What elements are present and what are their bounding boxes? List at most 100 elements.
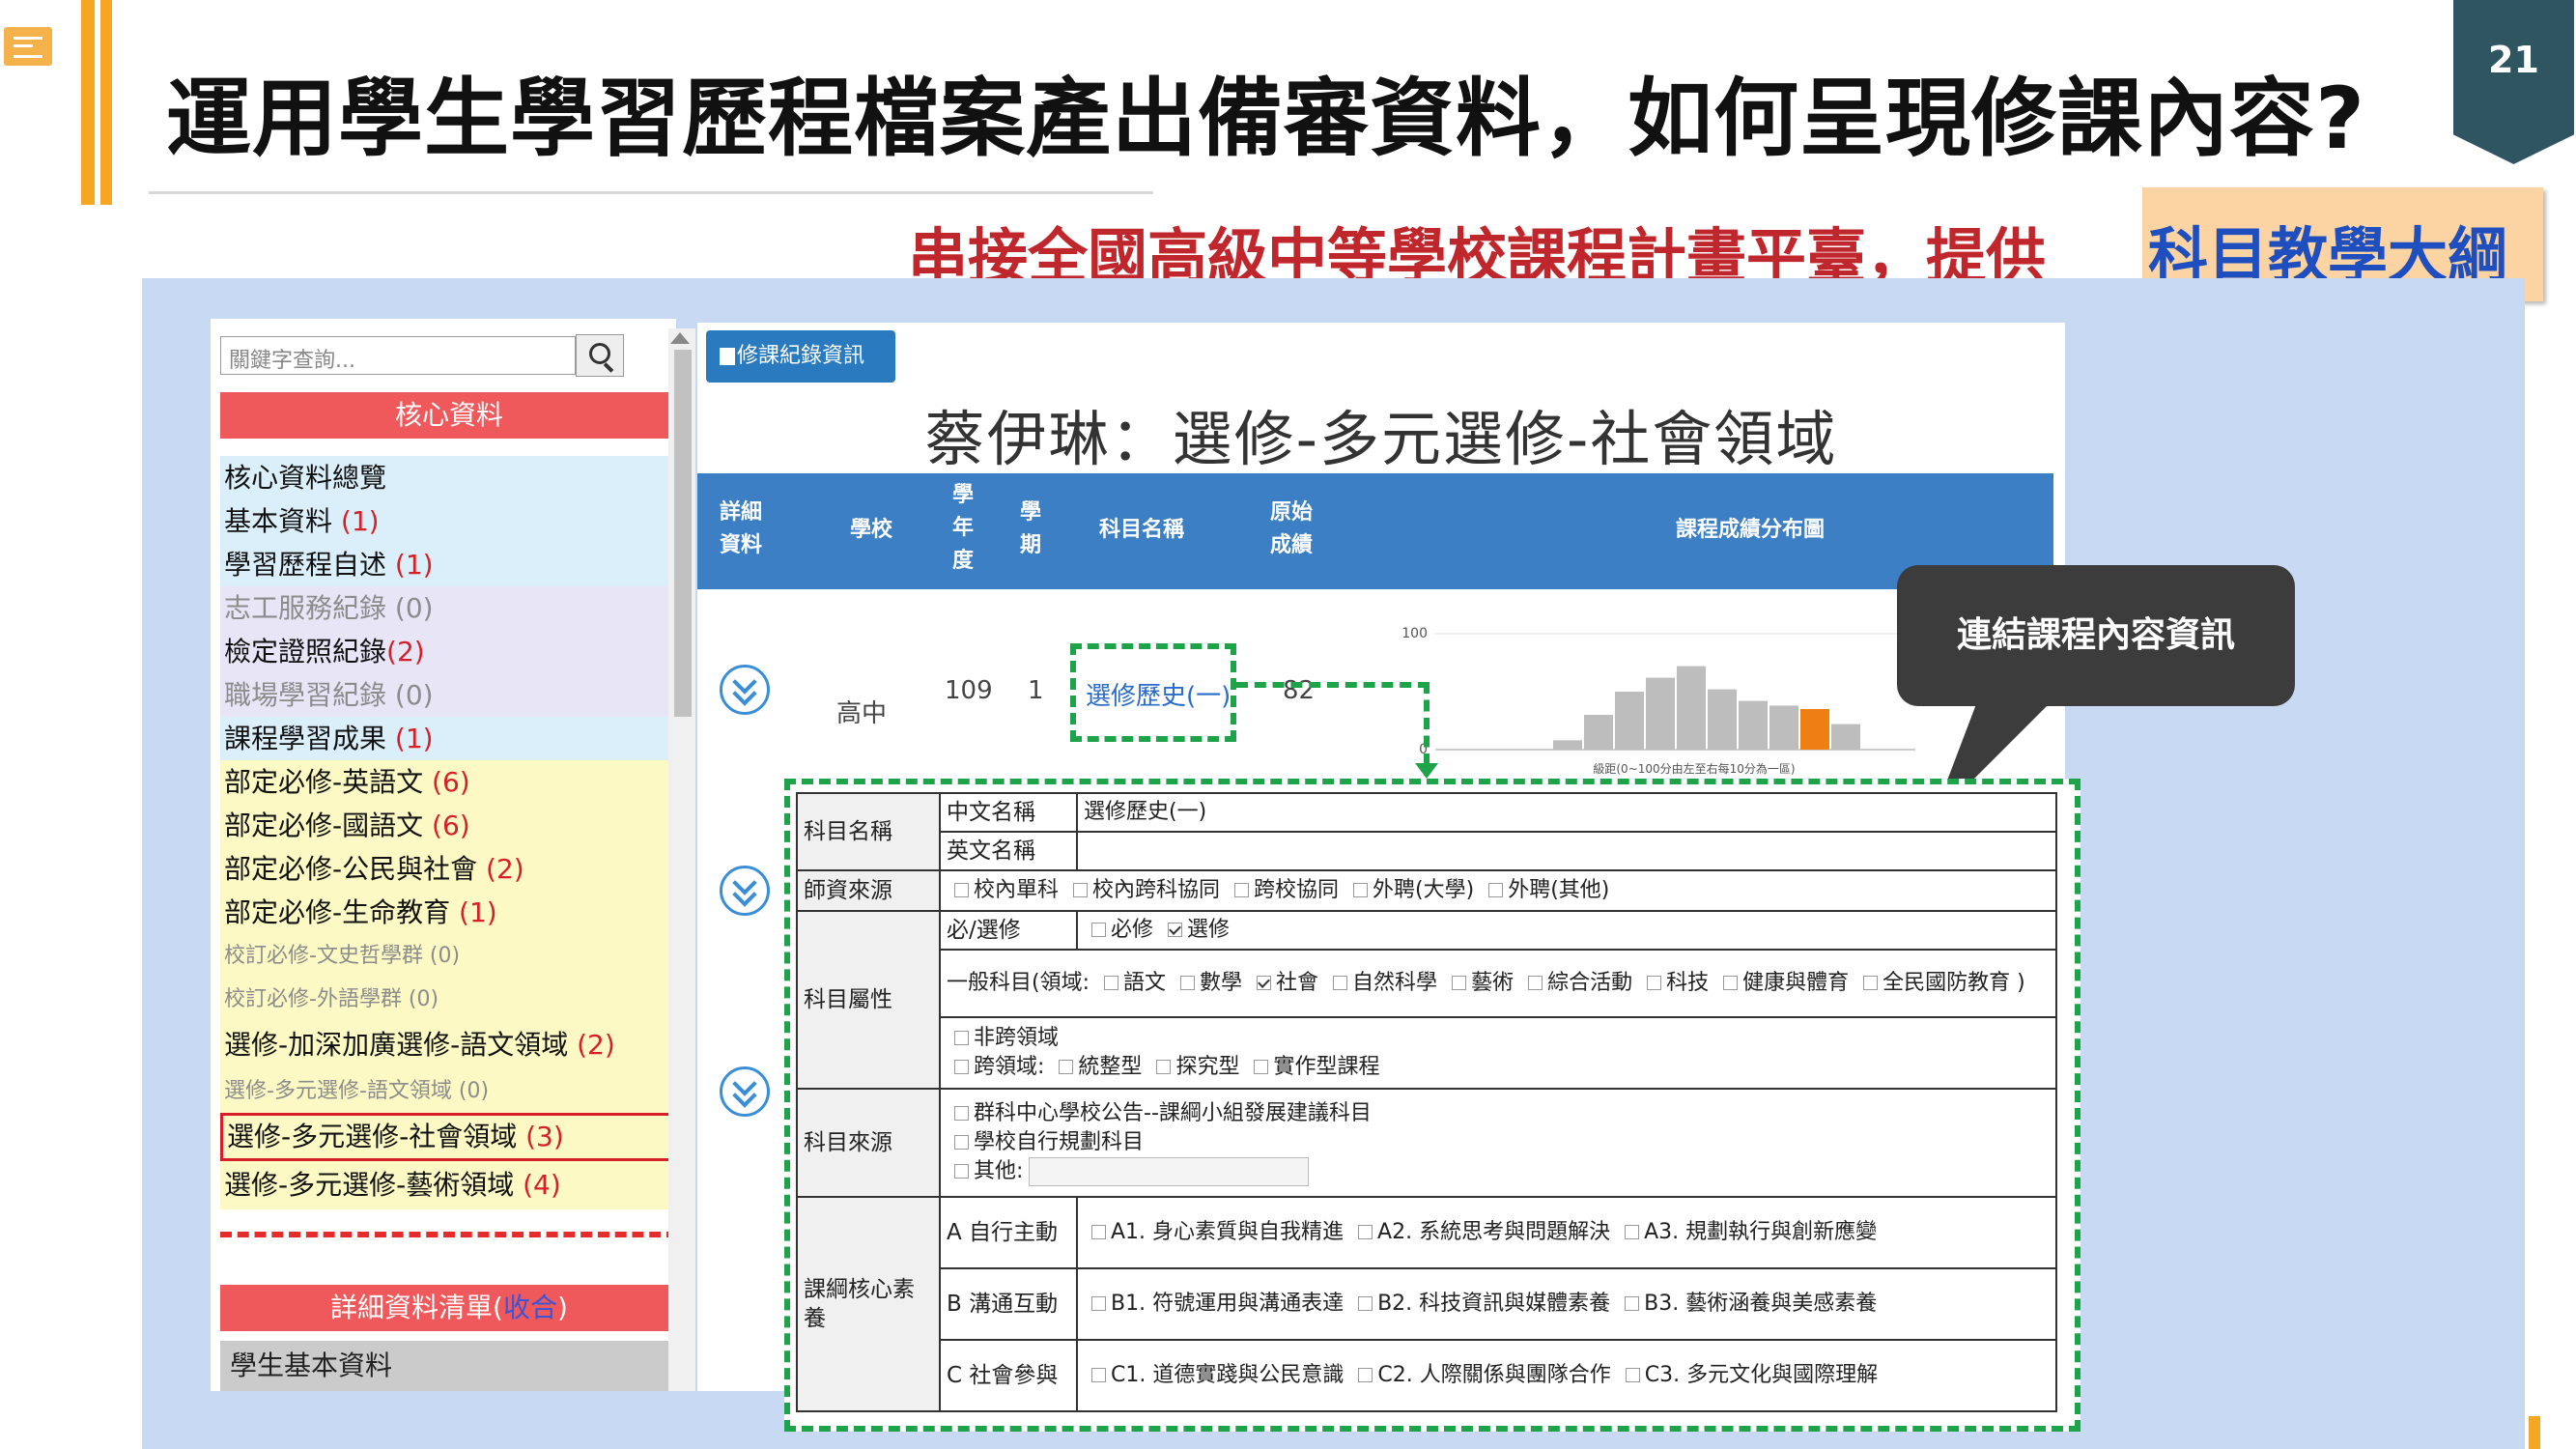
sidebar-item-volunteer[interactable]: 志工服務紀錄 (0) [220, 586, 676, 630]
checkbox[interactable] [1625, 1296, 1640, 1311]
core-options-b: B1. 符號運用與溝通表達 B2. 科技資訊與媒體素養 B3. 藝術涵養與美感素… [1076, 1267, 2057, 1341]
sidebar-item-chinese[interactable]: 部定必修-國語文 (6) [220, 804, 676, 847]
cell-year: 109 [945, 676, 993, 705]
checkbox[interactable] [1091, 1296, 1106, 1311]
chart-bar-0-10 [1553, 740, 1582, 750]
origin-options: 群科中心學校公告--課綱小組發展建議科目 學校自行規劃科目 其他: [939, 1088, 2057, 1198]
sidebar-item-foreign-lang[interactable]: 校訂必修-外語學群 (0) [220, 978, 676, 1021]
sidebar-item-advanced-lang[interactable]: 選修-加深加廣選修-語文領域 (2) [220, 1021, 676, 1069]
collapse-link[interactable]: 收合 [503, 1292, 557, 1323]
cell-term: 1 [1028, 676, 1044, 705]
checkbox[interactable] [954, 1135, 969, 1150]
value-en-name [1076, 831, 2057, 871]
course-record-button[interactable]: 修課紀錄資訊 [706, 330, 895, 383]
sidebar-item-course-results[interactable]: 課程學習成果 (1) [220, 717, 676, 760]
col-year: 學年度 [951, 483, 974, 573]
label-teacher-source: 師資來源 [796, 869, 941, 912]
label-required: 必/選修 [939, 910, 1078, 951]
title-divider [149, 191, 1153, 194]
sidebar-item-multi-arts[interactable]: 選修-多元選修-藝術領域 (4) [220, 1161, 676, 1209]
checkbox[interactable] [954, 1164, 969, 1179]
sidebar-item-certificates[interactable]: 檢定證照紀錄(2) [220, 630, 676, 673]
col-term: 學期 [1019, 500, 1041, 557]
sidebar-item-english[interactable]: 部定必修-英語文 (6) [220, 760, 676, 804]
label-subject-name: 科目名稱 [796, 792, 941, 871]
link-highlight-box [1070, 643, 1236, 742]
expand-icon[interactable] [720, 665, 770, 715]
chart-bar-80-90 [1800, 709, 1829, 750]
scroll-up-icon[interactable] [670, 332, 690, 344]
sidebar-item-civics[interactable]: 部定必修-公民與社會 (2) [220, 847, 676, 891]
label-attribute: 科目屬性 [796, 910, 941, 1090]
label-core-competency: 課綱核心素養 [796, 1196, 941, 1412]
checkbox[interactable] [1358, 1296, 1373, 1311]
checkbox[interactable] [1091, 1368, 1106, 1382]
scrollbar-thumb[interactable] [674, 350, 692, 717]
checkbox[interactable] [1333, 976, 1348, 990]
checkbox[interactable] [1358, 1368, 1373, 1382]
label-en-name: 英文名稱 [939, 831, 1078, 871]
checkbox[interactable] [1647, 976, 1662, 990]
checkbox[interactable] [1353, 883, 1369, 897]
expand-icon[interactable] [720, 1066, 770, 1117]
chart-bar-60-70 [1739, 700, 1768, 750]
sidebar-item-life-education[interactable]: 部定必修-生命教育 (1) [220, 891, 676, 934]
checkbox[interactable] [1091, 923, 1106, 937]
core-options-a: A1. 身心素質與自我精進 A2. 系統思考與問題解決 A3. 規劃執行與創新應… [1076, 1196, 2057, 1269]
col-school: 學校 [849, 518, 892, 542]
checkbox[interactable] [1234, 883, 1250, 897]
checkbox[interactable] [1452, 976, 1467, 990]
cross-domain-options: 非跨領域 跨領域: 統整型 探究型 實作型課程 [939, 1016, 2057, 1090]
accent-bar [81, 0, 95, 205]
checkbox[interactable] [1863, 976, 1879, 990]
checkbox[interactable] [1488, 883, 1504, 897]
other-input[interactable] [1029, 1157, 1310, 1186]
checkbox[interactable] [1625, 1225, 1640, 1239]
connector-line [1236, 682, 1430, 688]
checkbox[interactable] [1254, 1060, 1269, 1074]
syllabus-table: 科目名稱 中文名稱 選修歷史(一) 英文名稱 師資來源 校內單科 校內跨科協同 … [796, 792, 2057, 1412]
checkbox[interactable] [1528, 976, 1543, 990]
checkbox[interactable] [954, 1031, 969, 1045]
chart-bar-30-40 [1646, 677, 1675, 750]
value-cn-name: 選修歷史(一) [1076, 792, 2057, 833]
search-input[interactable]: 關鍵字查詢... [220, 336, 576, 375]
sidebar-item-multi-lang[interactable]: 選修-多元選修-語文領域 (0) [220, 1069, 676, 1113]
sidebar-item-multi-social[interactable]: 選修-多元選修-社會領域 (3) [220, 1113, 676, 1161]
expand-icon[interactable] [720, 866, 770, 916]
chart-bar-10-20 [1584, 715, 1613, 750]
search-icon[interactable] [576, 334, 624, 377]
checkbox[interactable] [954, 1060, 969, 1074]
chart-bar-90-100 [1831, 724, 1860, 750]
cell-school: 高中 [836, 699, 888, 728]
dashed-divider [220, 1232, 676, 1237]
document-icon [720, 348, 735, 365]
checkbox[interactable] [1625, 1368, 1640, 1382]
sidebar-item-core-overview[interactable]: 核心資料總覽 [220, 456, 676, 499]
checkbox[interactable] [1723, 976, 1739, 990]
comment-icon[interactable] [4, 27, 52, 66]
checkbox-checked[interactable] [1168, 923, 1183, 937]
chart-bar-70-80 [1769, 705, 1798, 750]
checkbox[interactable] [1059, 1060, 1074, 1074]
core-group-b: B 溝通互動 [939, 1267, 1078, 1341]
checkbox[interactable] [1156, 1060, 1172, 1074]
sidebar-item-student-basic[interactable]: 學生基本資料 [220, 1341, 676, 1391]
checkbox-checked[interactable] [1257, 976, 1272, 990]
sidebar-item-autobiography[interactable]: 學習歷程自述 (1) [220, 543, 676, 586]
sidebar-item-workplace[interactable]: 職場學習紀錄 (0) [220, 673, 676, 717]
checkbox[interactable] [1104, 976, 1118, 990]
sidebar-item-humanities[interactable]: 校訂必修-文史哲學群 (0) [220, 934, 676, 978]
checkbox[interactable] [954, 883, 969, 897]
checkbox[interactable] [954, 1106, 969, 1121]
checkbox[interactable] [1358, 1225, 1373, 1239]
checkbox[interactable] [1091, 1225, 1106, 1239]
grade-distribution-chart: 100 0 級距(0~100分由左至右每10分為一區) [1389, 595, 1930, 779]
checkbox[interactable] [1073, 883, 1089, 897]
core-options-c: C1. 道德實踐與公民意識 C2. 人際關係與團隊合作 C3. 多元文化與國際理… [1076, 1339, 2057, 1412]
sidebar-item-basic-info[interactable]: 基本資料 (1) [220, 499, 676, 543]
checkbox[interactable] [1180, 976, 1196, 990]
core-data-header: 核心資料 [220, 392, 676, 439]
detail-list-header[interactable]: 詳細資料清單(收合) [220, 1285, 676, 1331]
chart-bars [1553, 666, 1860, 750]
